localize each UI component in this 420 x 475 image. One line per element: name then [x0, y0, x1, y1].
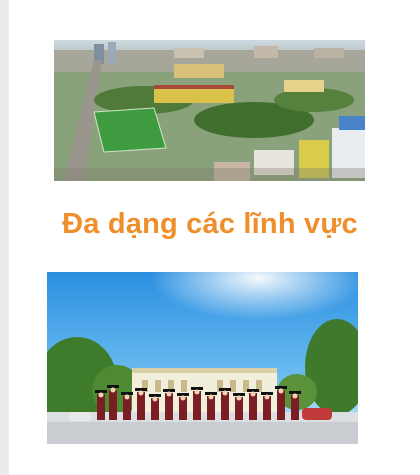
- aerial-campus-photo: [54, 40, 365, 181]
- graduation-group-photo: [47, 272, 358, 444]
- section-heading: Đa dạng các lĩnh vực: [62, 208, 358, 240]
